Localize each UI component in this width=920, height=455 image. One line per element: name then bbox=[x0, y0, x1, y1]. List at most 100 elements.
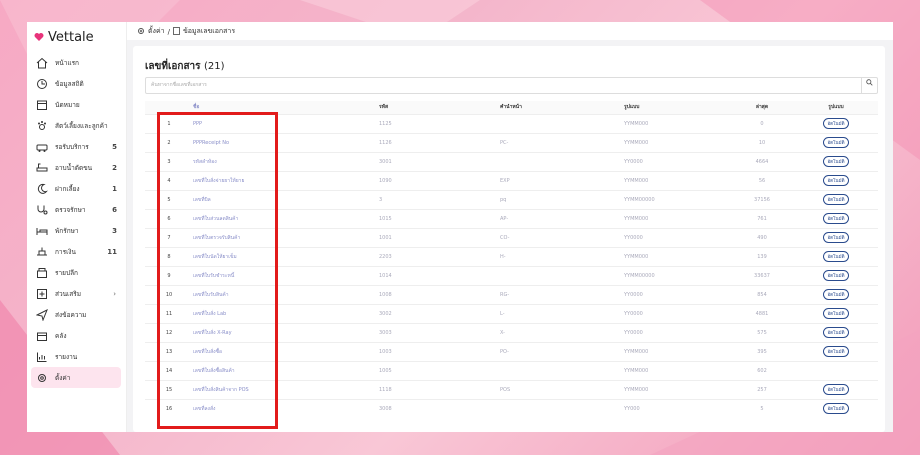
row-prefix bbox=[500, 360, 624, 380]
sidebar-item-car[interactable]: รอรับบริการ 5 bbox=[27, 136, 127, 157]
search-button[interactable] bbox=[861, 78, 877, 93]
sidebar-item-label: ตั้งค่า bbox=[55, 373, 71, 382]
row-prefix: X- bbox=[500, 322, 624, 342]
auto-badge-button[interactable]: อัตโนมัติ bbox=[823, 175, 849, 186]
auto-badge-button[interactable]: อัตโนมัติ bbox=[823, 156, 849, 167]
row-format: YYMM000 bbox=[624, 341, 730, 361]
auto-badge-button[interactable]: อัตโนมัติ bbox=[823, 118, 849, 129]
row-prefix: AP- bbox=[500, 208, 624, 228]
gear-icon bbox=[35, 371, 49, 385]
row-code: 1003 bbox=[379, 341, 500, 361]
search-input[interactable]: ค้นหาจากชื่อเลขที่เอกสาร bbox=[145, 77, 878, 94]
auto-badge-button[interactable]: อัตโนมัติ bbox=[823, 194, 849, 205]
sidebar-item-label: ฝากเลี้ยง bbox=[55, 184, 80, 193]
sidebar-item-send[interactable]: ส่งข้อความ bbox=[27, 304, 127, 325]
row-code: 3 bbox=[379, 189, 500, 209]
sidebar-item-gear[interactable]: ตั้งค่า bbox=[31, 367, 121, 388]
row-format: YY000 bbox=[624, 398, 730, 418]
row-action-cell: อัตโนมัติ bbox=[794, 379, 878, 399]
sidebar-item-count: 3 bbox=[112, 226, 117, 235]
row-last: 5 bbox=[730, 398, 794, 418]
row-prefix: CO- bbox=[500, 227, 624, 247]
sidebar-item-pet[interactable]: สัตว์เลี้ยงและลูกค้า bbox=[27, 115, 127, 136]
row-last: 4664 bbox=[730, 151, 794, 171]
auto-badge-button[interactable]: อัตโนมัติ bbox=[823, 270, 849, 281]
auto-badge-button[interactable]: อัตโนมัติ bbox=[823, 213, 849, 224]
row-prefix bbox=[500, 151, 624, 171]
sidebar-item-stethoscope[interactable]: ตรวจรักษา 6 bbox=[27, 199, 127, 220]
sidebar-item-report[interactable]: รายงาน bbox=[27, 346, 127, 367]
auto-badge-button[interactable]: อัตโนมัติ bbox=[823, 137, 849, 148]
sidebar-item-moon[interactable]: ฝากเลี้ยง 1 bbox=[27, 178, 127, 199]
sidebar-item-label: คลัง bbox=[55, 331, 67, 340]
auto-badge-button[interactable]: อัตโนมัติ bbox=[823, 384, 849, 395]
sidebar-item-label: ตรวจรักษา bbox=[55, 205, 86, 214]
breadcrumb-separator: / bbox=[167, 27, 170, 36]
sidebar-item-count: 6 bbox=[112, 205, 117, 214]
search-placeholder: ค้นหาจากชื่อเลขที่เอกสาร bbox=[151, 82, 207, 88]
sidebar-item-bed[interactable]: พักรักษา 3 bbox=[27, 220, 127, 241]
sidebar-item-home[interactable]: หน้าแรก bbox=[27, 52, 127, 73]
row-code: 3001 bbox=[379, 151, 500, 171]
sidebar-item-count: 5 bbox=[112, 142, 117, 151]
brand-logo[interactable]: Vettale bbox=[34, 30, 94, 45]
row-last: 56 bbox=[730, 170, 794, 190]
row-last: 10 bbox=[730, 132, 794, 152]
page-title-count: (21) bbox=[204, 61, 225, 72]
send-icon bbox=[35, 308, 49, 322]
sidebar-item-money[interactable]: การเงิน 11 bbox=[27, 241, 127, 262]
sidebar-item-box[interactable]: คลัง bbox=[27, 325, 127, 346]
row-prefix bbox=[500, 265, 624, 285]
row-last: 395 bbox=[730, 341, 794, 361]
row-prefix bbox=[500, 113, 624, 133]
row-format: YYMM000 bbox=[624, 132, 730, 152]
row-code: 1015 bbox=[379, 208, 500, 228]
row-last: 575 bbox=[730, 322, 794, 342]
row-prefix: pq bbox=[500, 189, 624, 209]
auto-badge-button[interactable]: อัตโนมัติ bbox=[823, 346, 849, 357]
row-prefix: EXP bbox=[500, 170, 624, 190]
sidebar-item-label: ส่งข้อความ bbox=[55, 310, 87, 319]
sidebar-item-calendar[interactable]: นัดหมาย bbox=[27, 94, 127, 115]
calendar-icon bbox=[35, 98, 49, 112]
money-icon bbox=[35, 245, 49, 259]
report-icon bbox=[35, 350, 49, 364]
row-action-cell: อัตโนมัติ bbox=[794, 132, 878, 152]
sidebar-item-register[interactable]: รายปลีก bbox=[27, 262, 127, 283]
auto-badge-button[interactable]: อัตโนมัติ bbox=[823, 232, 849, 243]
row-code: 3003 bbox=[379, 322, 500, 342]
sidebar-item-bath[interactable]: อาบน้ำตัดขน 2 bbox=[27, 157, 127, 178]
stethoscope-icon bbox=[35, 203, 49, 217]
row-format: YYMM000 bbox=[624, 113, 730, 133]
brand-name: Vettale bbox=[48, 30, 94, 45]
breadcrumb-root[interactable]: ตั้งค่า bbox=[148, 26, 165, 37]
auto-badge-button[interactable]: อัตโนมัติ bbox=[823, 327, 849, 338]
auto-badge-button[interactable]: อัตโนมัติ bbox=[823, 289, 849, 300]
auto-badge-button[interactable]: อัตโนมัติ bbox=[823, 251, 849, 262]
row-code: 1014 bbox=[379, 265, 500, 285]
auto-badge-button[interactable]: อัตโนมัติ bbox=[823, 403, 849, 415]
auto-badge-button[interactable]: อัตโนมัติ bbox=[823, 308, 849, 319]
register-icon bbox=[35, 266, 49, 280]
row-action-cell: อัตโนมัติ bbox=[794, 189, 878, 209]
row-format: YYMM00000 bbox=[624, 189, 730, 209]
row-code: 1126 bbox=[379, 132, 500, 152]
sidebar-item-count: 1 bbox=[112, 184, 117, 193]
box-icon bbox=[35, 329, 49, 343]
sidebar-item-label: รายปลีก bbox=[55, 268, 78, 277]
row-last: 761 bbox=[730, 208, 794, 228]
row-action-cell: อัตโนมัติ bbox=[794, 151, 878, 171]
sidebar-item-stats[interactable]: ข้อมูลสถิติ bbox=[27, 73, 127, 94]
sidebar-item-label: สัตว์เลี้ยงและลูกค้า bbox=[55, 121, 108, 130]
sidebar-item-plus[interactable]: ส่วนเสริม › bbox=[27, 283, 127, 304]
row-format: YYMM00000 bbox=[624, 265, 730, 285]
moon-icon bbox=[35, 182, 49, 196]
row-action-cell bbox=[794, 360, 878, 380]
row-code: 1125 bbox=[379, 113, 500, 133]
row-format: YYMM000 bbox=[624, 360, 730, 380]
sidebar-item-label: การเงิน bbox=[55, 247, 76, 256]
row-prefix: H- bbox=[500, 246, 624, 266]
row-code: 1001 bbox=[379, 227, 500, 247]
bed-icon bbox=[35, 224, 49, 238]
row-action-cell: อัตโนมัติ bbox=[794, 265, 878, 285]
